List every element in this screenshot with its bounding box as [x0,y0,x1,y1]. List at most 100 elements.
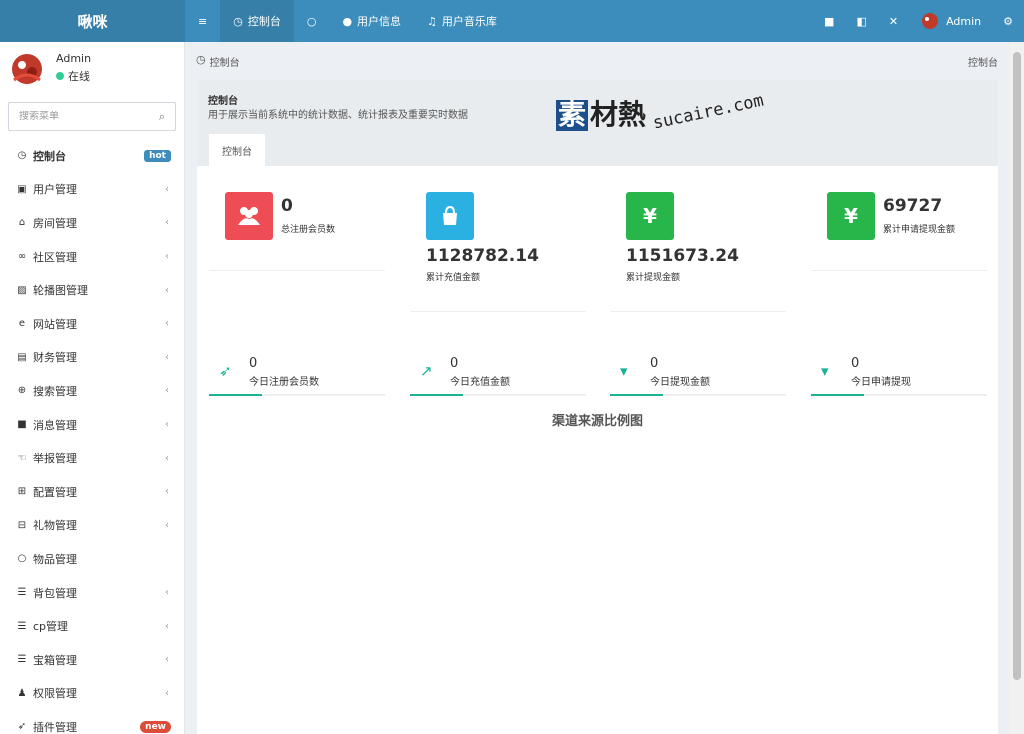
sidebar-item-reports[interactable]: ☜ 举报管理 ‹ [0,441,184,475]
watermark-chars: 材熱 [590,98,647,131]
sidebar-item-plugins[interactable]: ➶ 插件管理 new [0,710,184,734]
sidebar-item-backpack[interactable]: ☰ 背包管理 ‹ [0,576,184,610]
app-logo[interactable]: 啾咪 [0,0,185,42]
menu-toggle-button[interactable]: ≡ [185,0,220,42]
sidebar-item-label: 消息管理 [33,418,77,432]
tab-dashboard[interactable]: ◷ 控制台 [220,0,294,42]
sidebar-item-rooms[interactable]: ⌂ 房间管理 ‹ [0,206,184,240]
tab-music-library-label: 用户音乐库 [441,15,497,28]
sidebar-item-website[interactable]: e 网站管理 ‹ [0,307,184,341]
menu-icon: ≡ [198,14,208,28]
stat-label: 总注册会员数 [281,225,336,235]
sidebar-item-config[interactable]: ⊞ 配置管理 ‹ [0,475,184,509]
watermark: 素 材熱 sucaire.com [556,91,765,134]
today-value: 0 [650,356,659,371]
line-chart-icon: ↗ [420,362,433,380]
users-icon [225,192,273,240]
sidebar-item-dashboard[interactable]: ◷ 控制台 hot [0,139,184,173]
gift-icon: ⊟ [17,519,27,531]
sidebar-item-users[interactable]: ▣ 用户管理 ‹ [0,173,184,207]
ie-icon: e [18,318,26,330]
panel-description: 用于展示当前系统中的统计数据、统计报表及重要实时数据 [208,110,468,121]
tab-user-info[interactable]: ● 用户信息 [329,0,414,42]
top-nav: ≡ ◷ 控制台 ○ ● 用户信息 ♫ 用户音乐库 [185,0,510,42]
sidebar-item-items[interactable]: ○ 物品管理 [0,542,184,576]
chevron-left-icon: ‹ [165,519,169,531]
progress-bar [209,394,385,396]
menu-search: ⌕ [8,102,176,131]
stat-label: 累计申请提现金额 [883,225,956,235]
fullscreen-icon: ✕ [888,14,899,28]
sidebar-item-finance[interactable]: ▤ 财务管理 ‹ [0,341,184,375]
today-recharge: ↗ 0 今日充值金额 [410,352,586,396]
sidebar-item-label: 背包管理 [33,586,77,600]
topbar-username: Admin [946,14,982,28]
sidebar-item-label: 轮播图管理 [33,284,88,298]
chevron-left-icon: ‹ [165,318,169,330]
search-icon[interactable]: ⌕ [159,111,165,122]
cart-icon: ▾ [821,362,829,380]
language-button[interactable]: ◧ [845,0,877,42]
sidebar-item-community[interactable]: ∞ 社区管理 ‹ [0,240,184,274]
new-badge: new [140,720,171,733]
progress-bar [410,394,586,396]
search-plus-icon: ⊕ [17,385,27,397]
bicycle-icon: ∞ [17,251,27,263]
language-icon: ◧ [856,14,867,28]
user-menu[interactable]: Admin [909,0,992,42]
today-label: 今日提现金额 [650,377,710,388]
stat-label: 累计提现金额 [626,273,681,283]
stat-value: 1128782.14 [426,246,539,266]
main-content: ◷ 控制台 控制台 控制台 用于展示当前系统中的统计数据、统计报表及重要实时数据 … [186,42,1010,734]
sidebar-menu: ◷ 控制台 hot ▣ 用户管理 ‹ ⌂ 房间管理 ‹ ∞ 社区管理 ‹ ▨ 轮播图管理 ‹ e 网站… [0,139,184,734]
online-dot-icon [56,72,64,80]
chevron-left-icon: ‹ [165,486,169,498]
sidebar-item-treasure[interactable]: ☰ 宝箱管理 ‹ [0,643,184,677]
clear-cache-button[interactable]: ■ [813,0,845,42]
tab-dashboard-panel[interactable]: 控制台 [209,134,265,166]
top-navbar: 啾咪 ≡ ◷ 控制台 ○ ● 用户信息 ♫ 用户音乐库 ■ ◧ ✕ Admin ⚙ [0,0,1024,42]
settings-button[interactable]: ⚙ [992,0,1024,42]
shopping-bag-icon [426,192,474,240]
sidebar-item-label: 社区管理 [33,250,77,264]
sidebar-item-label: 举报管理 [33,452,77,466]
tab-music-library[interactable]: ♫ 用户音乐库 [414,0,510,42]
stat-value: 69727 [883,196,943,216]
breadcrumb-right[interactable]: 控制台 [968,54,998,69]
stat-value: 1151673.24 [626,246,739,266]
dashboard-icon: ◷ [196,53,206,66]
sidebar-item-carousel[interactable]: ▨ 轮播图管理 ‹ [0,273,184,307]
today-value: 0 [851,356,860,371]
breadcrumb-current[interactable]: 控制台 [210,54,240,69]
channel-chart-title: 渠道来源比例图 [551,414,643,429]
bank-icon: ⌂ [18,217,26,229]
sidebar-item-gifts[interactable]: ⊟ 礼物管理 ‹ [0,509,184,543]
chevron-left-icon: ‹ [165,620,169,632]
image-icon: ▨ [17,284,27,296]
fullscreen-button[interactable]: ✕ [878,0,909,42]
chevron-left-icon: ‹ [165,654,169,666]
divider [811,270,987,271]
divider [610,311,786,312]
sidebar: Admin 在线 ⌕ ◷ 控制台 hot ▣ 用户管理 ‹ ⌂ 房间管理 ‹ ∞ 社区管理 ‹ … [0,42,185,734]
user-icon: ● [342,14,353,28]
sidebar-item-messages[interactable]: ■ 消息管理 ‹ [0,408,184,442]
tab-circle[interactable]: ○ [294,0,330,42]
chevron-left-icon: ‹ [165,284,169,296]
chevron-left-icon: ‹ [165,251,169,263]
music-icon: ♫ [427,14,437,28]
chevron-left-icon: ‹ [165,385,169,397]
chevron-left-icon: ‹ [165,217,169,229]
chevron-left-icon: ‹ [165,452,169,464]
scrollbar-thumb[interactable] [1013,52,1021,680]
stat-card-total-members: 0 总注册会员数 [209,192,385,272]
tab-dashboard-label: 控制台 [247,15,281,28]
sidebar-item-permissions[interactable]: ♟ 权限管理 ‹ [0,677,184,711]
chevron-left-icon: ‹ [165,351,169,363]
sidebar-item-cp[interactable]: ☰ cp管理 ‹ [0,609,184,643]
chevron-left-icon: ‹ [165,687,169,699]
menu-search-input[interactable] [19,111,159,122]
sidebar-item-search[interactable]: ⊕ 搜索管理 ‹ [0,374,184,408]
gears-icon: ⚙ [1003,14,1013,28]
page-scrollbar[interactable] [1010,42,1024,734]
